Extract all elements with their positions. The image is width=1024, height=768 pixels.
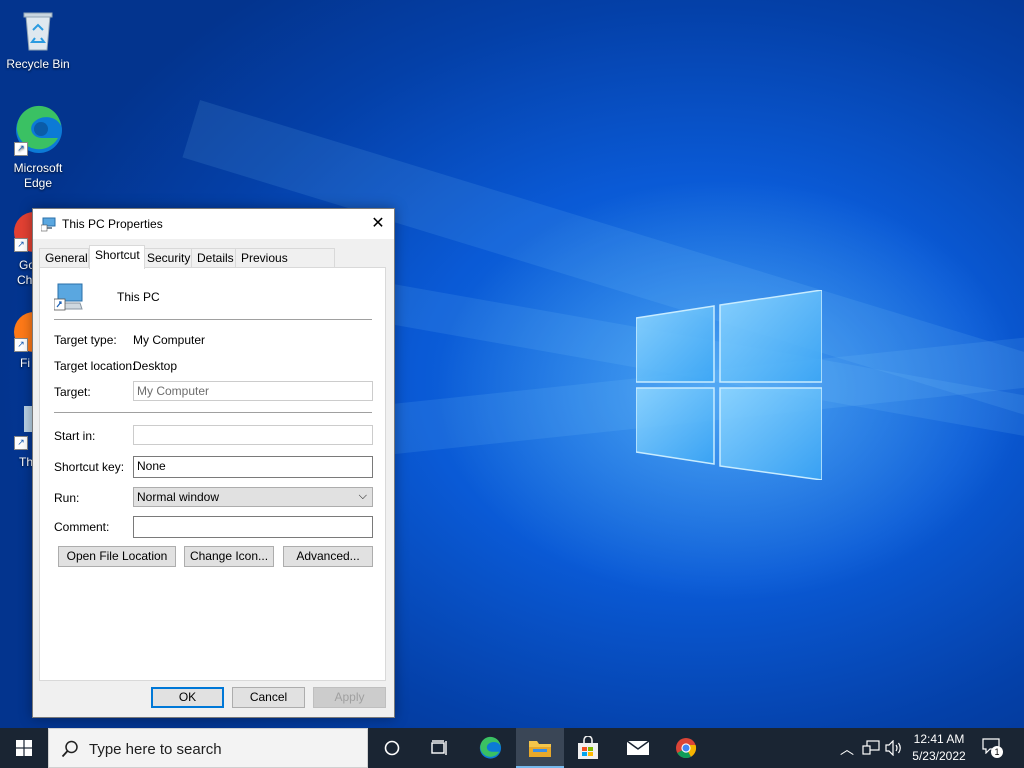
recycle-bin-icon — [23, 12, 53, 51]
apply-button[interactable]: Apply — [313, 687, 386, 708]
shortcut-panel: This PC Target type: My Computer Target … — [39, 267, 386, 681]
advanced-button[interactable]: Advanced... — [283, 546, 373, 567]
shortcut-arrow-icon: ↗ — [14, 436, 28, 450]
tab-security[interactable]: Security — [141, 248, 193, 268]
properties-dialog: This PC Properties ✕ General Shortcut Se… — [32, 208, 395, 718]
cortana-button[interactable] — [368, 728, 416, 768]
open-file-location-button[interactable]: Open File Location — [58, 546, 176, 567]
taskbar-clock[interactable]: 12:41 AM 5/23/2022 — [906, 731, 972, 765]
run-select[interactable]: Normal window ⌵ — [133, 487, 373, 507]
volume-icon[interactable] — [885, 740, 903, 756]
notification-badge: 1 — [991, 746, 1003, 758]
this-pc-label-partial: Th — [19, 455, 34, 469]
this-pc-icon — [54, 283, 83, 311]
taskbar-store-button[interactable] — [564, 728, 612, 768]
target-type-value: My Computer — [133, 333, 206, 347]
close-button[interactable]: ✕ — [362, 209, 394, 239]
clock-date: 5/23/2022 — [912, 749, 966, 763]
shortcut-key-input[interactable]: None — [133, 456, 373, 478]
start-in-label: Start in: — [54, 429, 96, 443]
search-placeholder: Type here to search — [89, 741, 222, 758]
start-button[interactable] — [0, 728, 48, 768]
shortcut-arrow-icon: ↗ — [14, 338, 28, 352]
show-hidden-icons-icon[interactable]: ︿ — [840, 739, 854, 759]
clock-time: 12:41 AM — [913, 732, 965, 746]
comment-input[interactable] — [133, 516, 373, 538]
chrome-label-partial: Ch — [17, 273, 33, 287]
tab-shortcut[interactable]: Shortcut — [89, 245, 145, 269]
recycle-bin-desktop-icon[interactable]: Recycle Bin — [0, 8, 76, 72]
folder-icon — [529, 741, 551, 757]
edge-desktop-icon[interactable]: ↗ Microsoft Edge — [0, 104, 76, 191]
divider — [54, 319, 372, 320]
edge-icon — [479, 736, 502, 759]
chrome-icon — [676, 738, 697, 759]
change-icon-button[interactable]: Change Icon... — [184, 546, 274, 567]
store-icon — [578, 736, 598, 759]
shortcut-arrow-icon: ↗ — [14, 142, 28, 156]
edge-label: Microsoft Edge — [13, 161, 63, 190]
run-select-value: Normal window — [137, 490, 220, 504]
comment-label: Comment: — [54, 520, 110, 534]
this-pc-icon — [41, 217, 56, 232]
task-view-icon — [431, 740, 447, 755]
tab-general[interactable]: General — [39, 248, 89, 268]
start-in-input[interactable] — [133, 425, 373, 445]
tab-details[interactable]: Details — [191, 248, 237, 268]
dialog-titlebar[interactable]: This PC Properties ✕ — [33, 209, 394, 239]
cortana-icon — [384, 740, 400, 756]
recycle-bin-label: Recycle Bin — [6, 57, 70, 71]
shortcut-name: This PC — [117, 290, 160, 304]
taskbar-edge-button[interactable] — [466, 728, 514, 768]
target-type-label: Target type: — [54, 333, 117, 347]
dialog-title: This PC Properties — [62, 217, 163, 231]
chevron-down-icon: ⌵ — [358, 490, 367, 502]
shortcut-key-label: Shortcut key: — [54, 460, 125, 474]
notification-center-button[interactable]: 1 — [982, 738, 1004, 758]
ok-button[interactable]: OK — [151, 687, 224, 708]
taskbar: Type here to search ︿ 12:41 AM 5/23/2022… — [0, 728, 1024, 768]
firefox-label-partial: Fi — [20, 356, 30, 370]
network-icon[interactable] — [862, 740, 880, 756]
taskbar-chrome-button[interactable] — [662, 728, 710, 768]
taskbar-search-box[interactable]: Type here to search — [48, 728, 368, 768]
cancel-button[interactable]: Cancel — [232, 687, 305, 708]
close-icon: ✕ — [371, 215, 385, 232]
target-label: Target: — [54, 385, 91, 399]
target-location-value: Desktop — [133, 359, 178, 373]
taskbar-mail-button[interactable] — [614, 728, 662, 768]
divider — [54, 412, 372, 413]
shortcut-arrow-icon: ↗ — [14, 238, 28, 252]
taskbar-file-explorer-button[interactable] — [516, 728, 564, 768]
target-input[interactable]: My Computer — [133, 381, 373, 401]
mail-icon — [626, 740, 650, 755]
target-location-label: Target location: — [54, 359, 136, 373]
windows-icon — [16, 740, 32, 756]
windows-logo-icon — [636, 290, 822, 480]
search-icon — [61, 740, 78, 758]
run-label: Run: — [54, 491, 80, 505]
tab-previous-versions[interactable]: Previous Versions — [235, 248, 335, 284]
task-view-button[interactable] — [416, 728, 464, 768]
